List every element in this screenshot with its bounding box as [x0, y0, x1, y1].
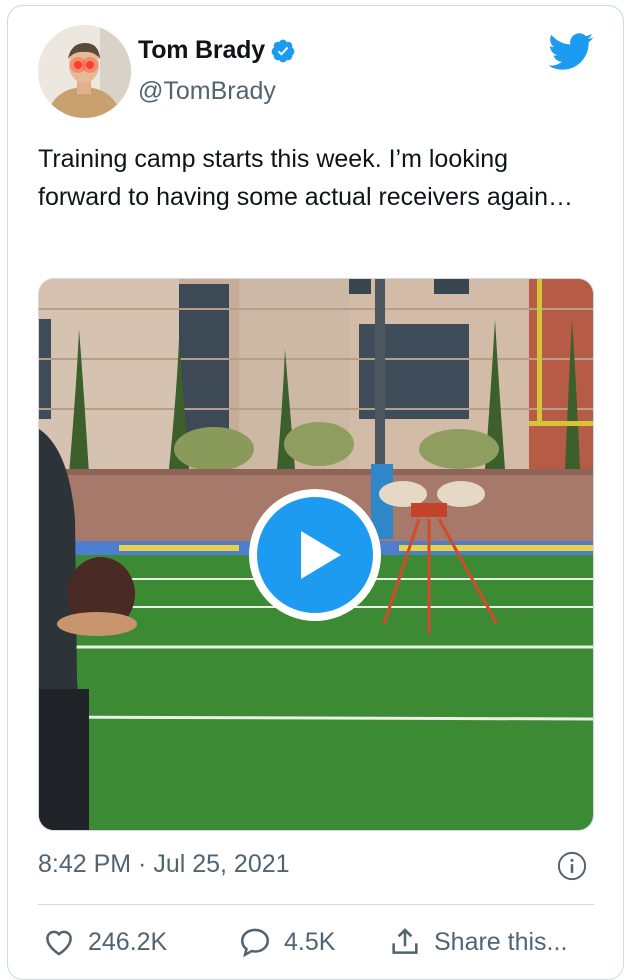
tweet-actions: 246.2K 4.5K Share this... [38, 925, 598, 965]
share-label: Share this... [434, 927, 568, 956]
divider [38, 904, 594, 905]
avatar-image [38, 25, 131, 118]
tweet-text: Training camp starts this week. I’m look… [38, 145, 573, 211]
like-button[interactable]: 246.2K [42, 925, 167, 959]
verified-badge-icon [271, 39, 295, 62]
twitter-bird-icon[interactable] [548, 33, 594, 71]
reply-count: 4.5K [284, 927, 336, 956]
like-count: 246.2K [88, 927, 168, 956]
speech-bubble-icon [240, 928, 270, 958]
play-button[interactable] [249, 489, 381, 621]
avatar[interactable] [38, 25, 131, 118]
reply-button[interactable]: 4.5K [238, 925, 335, 959]
video-player[interactable] [38, 278, 594, 831]
author-name[interactable]: Tom Brady [138, 36, 265, 65]
author-handle[interactable]: @TomBrady [138, 77, 276, 106]
share-icon [392, 928, 418, 954]
share-button[interactable]: Share this... [388, 925, 567, 959]
heart-icon [46, 930, 72, 956]
play-icon [301, 531, 341, 579]
tweet-timestamp[interactable]: 8:42 PM · Jul 25, 2021 [38, 850, 290, 879]
info-icon[interactable] [557, 851, 587, 881]
author-name-row[interactable]: Tom Brady [138, 36, 296, 65]
